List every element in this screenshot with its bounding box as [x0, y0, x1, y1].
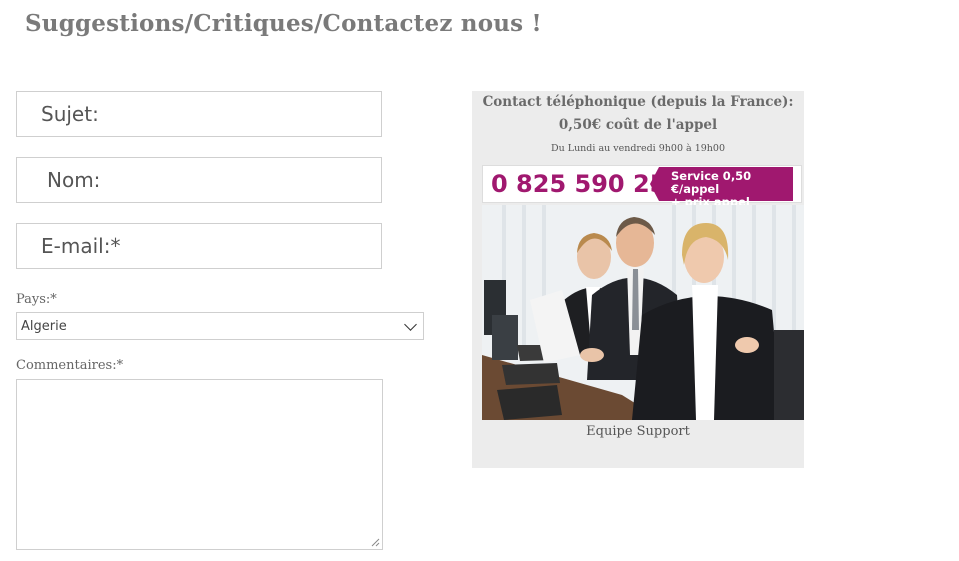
- comments-textarea[interactable]: [16, 379, 383, 550]
- service-tag: Service 0,50 €/appel + prix appel: [650, 167, 793, 209]
- service-tag-line1: Service 0,50 €/appel: [671, 169, 752, 196]
- country-label: Pays:*: [16, 292, 57, 307]
- country-selected-value: Algerie: [21, 318, 67, 334]
- team-caption: Equipe Support: [586, 424, 690, 439]
- subject-input[interactable]: [17, 92, 381, 136]
- email-input[interactable]: [17, 224, 381, 268]
- page-title: Suggestions/Critiques/Contactez nous !: [25, 10, 542, 37]
- phone-banner: 0 825 590 253 Service 0,50 €/appel + pri…: [482, 165, 802, 209]
- resize-grip-icon[interactable]: [371, 538, 380, 547]
- contact-panel: Contact téléphonique (depuis la France):…: [472, 91, 804, 468]
- name-input[interactable]: [17, 158, 381, 202]
- name-field[interactable]: [16, 157, 382, 203]
- country-select[interactable]: Algerie: [16, 312, 424, 340]
- comments-label: Commentaires:*: [16, 358, 124, 373]
- contact-cost: 0,50€ coût de l'appel: [558, 117, 718, 133]
- subject-field[interactable]: [16, 91, 382, 137]
- contact-hours: Du Lundi au vendredi 9h00 à 19h00: [551, 143, 725, 154]
- support-team-photo: [482, 205, 804, 420]
- chevron-down-icon: [404, 317, 417, 331]
- contact-title: Contact téléphonique (depuis la France):: [482, 94, 794, 110]
- email-field[interactable]: [16, 223, 382, 269]
